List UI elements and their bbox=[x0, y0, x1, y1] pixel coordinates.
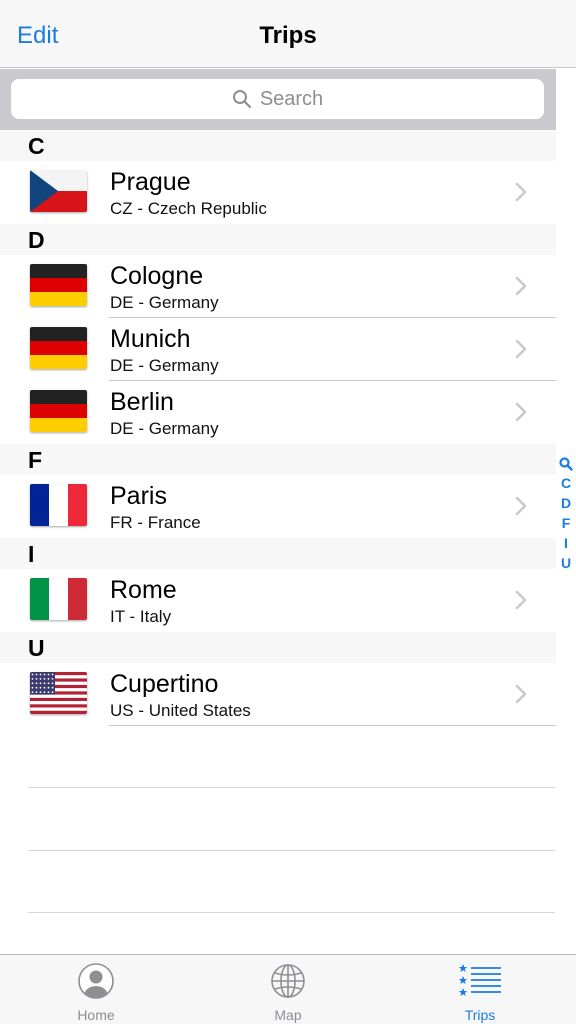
trip-city: Cupertino bbox=[110, 670, 219, 698]
chevron-right-icon bbox=[514, 275, 528, 302]
index-letter[interactable]: U bbox=[556, 553, 576, 573]
trip-row[interactable]: Berlin DE - Germany bbox=[0, 381, 556, 444]
trip-row[interactable]: Paris FR - France bbox=[0, 475, 556, 538]
flag-france-icon bbox=[30, 484, 87, 526]
flag-czech-republic-icon bbox=[30, 170, 87, 212]
flag-germany-icon bbox=[30, 390, 87, 432]
chevron-right-icon bbox=[514, 495, 528, 522]
tab-trips[interactable]: Trips bbox=[384, 955, 576, 1024]
trip-city: Prague bbox=[110, 168, 191, 196]
trip-city: Paris bbox=[110, 482, 167, 510]
trip-country: CZ - Czech Republic bbox=[110, 199, 267, 218]
tab-map[interactable]: Map bbox=[192, 955, 384, 1024]
section-header: U bbox=[0, 632, 556, 663]
row-separator bbox=[109, 725, 556, 726]
navigation-bar: Edit Trips bbox=[0, 0, 576, 68]
index-letter[interactable]: F bbox=[556, 513, 576, 533]
tab-label: Trips bbox=[464, 1007, 496, 1023]
trip-city: Munich bbox=[110, 325, 191, 353]
tab-bar: Home Map Trips bbox=[0, 954, 576, 1024]
flag-united-states-icon bbox=[30, 672, 87, 714]
section-header: F bbox=[0, 444, 556, 475]
index-letter[interactable]: C bbox=[556, 473, 576, 493]
app-screen: Edit Trips Search C Prague CZ - Czech Repu… bbox=[0, 0, 576, 1024]
trip-country: IT - Italy bbox=[110, 607, 172, 626]
chevron-right-icon bbox=[514, 181, 528, 208]
empty-row-separator bbox=[28, 850, 555, 851]
trip-city: Rome bbox=[110, 576, 177, 604]
search-placeholder: Search bbox=[259, 87, 324, 110]
chevron-right-icon bbox=[514, 683, 528, 710]
chevron-right-icon bbox=[514, 338, 528, 365]
person-icon bbox=[78, 963, 114, 999]
trip-country: DE - Germany bbox=[110, 419, 219, 438]
search-input[interactable]: Search bbox=[11, 79, 544, 119]
empty-row-separator bbox=[28, 787, 555, 788]
section-index[interactable]: CDFIU bbox=[556, 453, 576, 573]
trip-city: Berlin bbox=[110, 388, 174, 416]
index-search-icon[interactable] bbox=[556, 453, 576, 473]
tab-label: Home bbox=[77, 1007, 115, 1023]
trip-row[interactable]: Cologne DE - Germany bbox=[0, 255, 556, 318]
page-title: Trips bbox=[259, 22, 317, 49]
trip-city: Cologne bbox=[110, 262, 204, 290]
globe-icon bbox=[270, 963, 306, 999]
tab-label: Map bbox=[274, 1007, 302, 1023]
section-header: I bbox=[0, 538, 556, 569]
trip-country: FR - France bbox=[110, 513, 201, 532]
tab-home[interactable]: Home bbox=[0, 955, 192, 1024]
chevron-right-icon bbox=[514, 589, 528, 616]
trip-row[interactable]: Cupertino US - United States bbox=[0, 663, 556, 726]
index-letter[interactable]: D bbox=[556, 493, 576, 513]
empty-row-separator bbox=[28, 912, 555, 913]
flag-germany-icon bbox=[30, 264, 87, 306]
trip-row[interactable]: Rome IT - Italy bbox=[0, 569, 556, 632]
index-letter[interactable]: I bbox=[556, 533, 576, 553]
trip-row[interactable]: Prague CZ - Czech Republic bbox=[0, 161, 556, 224]
chevron-right-icon bbox=[514, 401, 528, 428]
section-header: C bbox=[0, 130, 556, 161]
flag-italy-icon bbox=[30, 578, 87, 620]
trip-country: DE - Germany bbox=[110, 293, 219, 312]
section-header: D bbox=[0, 224, 556, 255]
trip-country: DE - Germany bbox=[110, 356, 219, 375]
starred-list-icon bbox=[458, 963, 501, 999]
trip-row[interactable]: Munich DE - Germany bbox=[0, 318, 556, 381]
search-icon bbox=[232, 89, 252, 109]
trip-list: C Prague CZ - Czech Republic D Cologne DE - G… bbox=[0, 130, 556, 726]
trip-country: US - United States bbox=[110, 701, 251, 720]
search-bar: Search bbox=[0, 69, 556, 130]
flag-germany-icon bbox=[30, 327, 87, 369]
